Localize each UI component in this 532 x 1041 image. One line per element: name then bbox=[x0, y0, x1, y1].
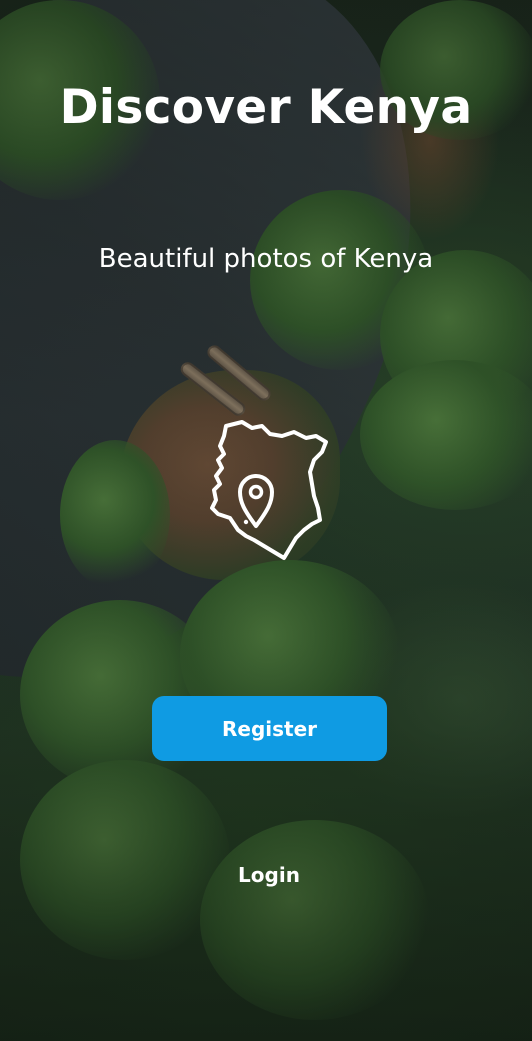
login-link[interactable]: Login bbox=[216, 858, 322, 892]
app-subtitle: Beautiful photos of Kenya bbox=[98, 244, 434, 274]
app-title: Discover Kenya bbox=[59, 80, 473, 135]
kenya-map-location-pin-icon bbox=[210, 420, 328, 560]
register-button[interactable]: Register bbox=[152, 696, 387, 761]
welcome-screen: Discover Kenya Beautiful photos of Kenya… bbox=[0, 0, 532, 1041]
